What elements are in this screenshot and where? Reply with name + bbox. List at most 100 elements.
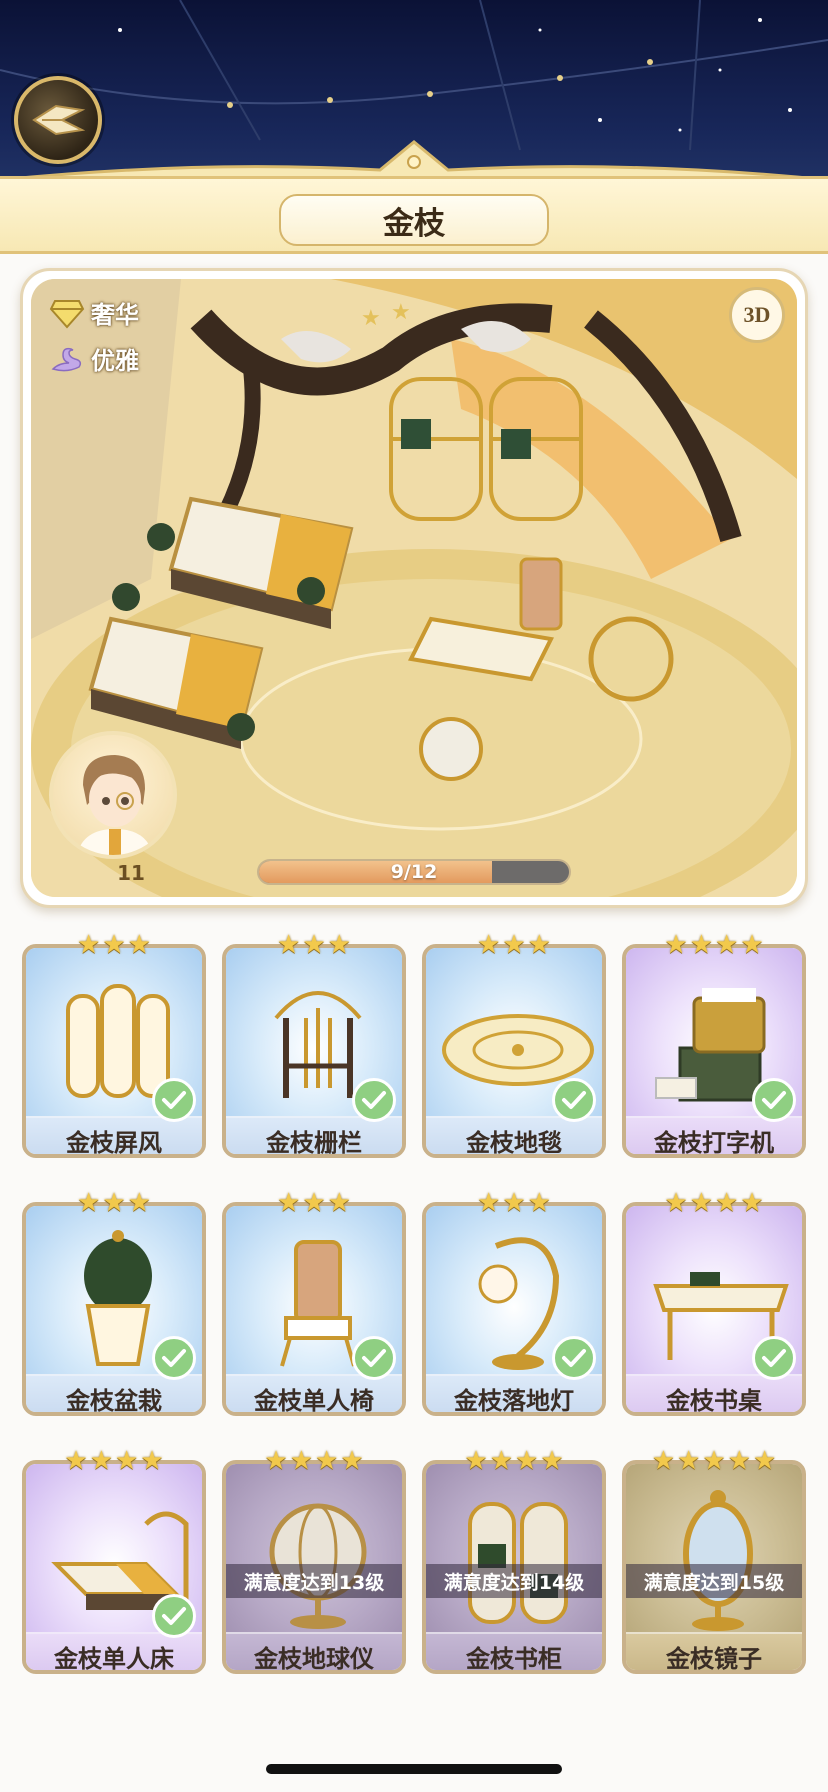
furniture-item[interactable]: ★ ★ ★ 金枝屏风 [22,930,206,1158]
character-avatar[interactable] [49,731,177,859]
star-icon: ★ [740,930,764,960]
star-icon: ★ [302,930,326,960]
star-icon: ★ [651,1446,676,1476]
item-background [426,1464,602,1632]
furniture-item[interactable]: ★ ★ ★ ★ 满意度达到14级金枝书柜 [422,1446,606,1674]
rarity-stars: ★ ★ ★ ★ [22,1446,206,1476]
furniture-item[interactable]: ★ ★ ★ ★ ★ 满意度达到15级 金枝镜子 [622,1446,806,1674]
rarity-stars: ★ ★ ★ [422,930,606,960]
item-frame: 金枝书桌 [622,1202,806,1416]
star-icon: ★ [102,1188,126,1218]
star-icon: ★ [715,930,739,960]
owned-check-icon [352,1078,396,1122]
star-icon: ★ [115,1446,139,1476]
star-icon: ★ [89,1446,113,1476]
star-icon: ★ [527,930,551,960]
star-icon: ★ [277,930,301,960]
item-name: 金枝书柜 [426,1632,602,1670]
room-tag-elegant: 优雅 [49,341,139,376]
collection-progress-bar: 9/12 [257,859,571,885]
item-frame: 金枝单人床 [22,1460,206,1674]
owned-check-icon [752,1336,796,1380]
view-3d-button[interactable]: 3D [729,287,785,343]
diamond-icon [49,299,85,329]
bookcase-illustration [468,1502,568,1624]
item-name: 金枝落地灯 [426,1374,602,1412]
rarity-stars: ★ ★ ★ ★ ★ [622,1446,806,1476]
item-frame: 金枝落地灯 [422,1202,606,1416]
page-title: 金枝 [279,194,549,246]
back-button[interactable] [14,76,102,164]
owned-check-icon [152,1078,196,1122]
owned-check-icon [352,1336,396,1380]
rarity-stars: ★ ★ ★ ★ [422,1446,606,1476]
furniture-item[interactable]: ★ ★ ★ ★ 金枝打字机 [622,930,806,1158]
star-icon: ★ [127,1188,151,1218]
rarity-stars: ★ ★ ★ ★ [622,1188,806,1218]
globe-illustration [269,1503,367,1629]
item-name: 金枝单人床 [26,1632,202,1670]
furniture-item[interactable]: ★ ★ ★ 金枝栅栏 [222,930,406,1158]
star-icon: ★ [740,1188,764,1218]
furniture-item[interactable]: ★ ★ ★ 金枝盆栽 [22,1188,206,1416]
furniture-item[interactable]: ★ ★ ★ 金枝单人椅 [222,1188,406,1416]
star-icon: ★ [540,1446,564,1476]
star-icon: ★ [77,930,101,960]
rarity-stars: ★ ★ ★ ★ [622,930,806,960]
star-icon: ★ [140,1446,164,1476]
star-icon: ★ [477,1188,501,1218]
star-icon: ★ [664,1188,688,1218]
star-icon: ★ [302,1188,326,1218]
room-tag-label: 奢华 [91,301,139,329]
furniture-item[interactable]: ★ ★ ★ 金枝落地灯 [422,1188,606,1416]
room-scene[interactable]: ★ ★ 奢华 优雅 3D 11 9/12 [31,279,797,897]
swan-icon [51,347,82,371]
item-frame: 金枝盆栽 [22,1202,206,1416]
furniture-item[interactable]: ★ ★ ★ ★ 满意度达到13级 金枝地球仪 [222,1446,406,1674]
star-icon: ★ [77,1188,101,1218]
back-arrow-icon [32,104,86,136]
furniture-item[interactable]: ★ ★ ★ ★ 金枝书桌 [622,1188,806,1416]
star-icon: ★ [689,1188,713,1218]
item-name: 金枝单人椅 [226,1374,402,1412]
owned-check-icon [552,1078,596,1122]
star-icon: ★ [515,1446,539,1476]
rarity-stars: ★ ★ ★ [22,930,206,960]
owned-check-icon [552,1336,596,1380]
star-icon: ★ [327,930,351,960]
character-level: 11 [117,861,145,885]
item-name: 金枝地球仪 [226,1632,402,1670]
item-frame: 金枝屏风 [22,944,206,1158]
owned-check-icon [752,1078,796,1122]
room-tag-label: 优雅 [91,347,139,375]
rarity-stars: ★ ★ ★ [222,930,406,960]
rarity-stars: ★ ★ ★ [22,1188,206,1218]
item-name: 金枝地毯 [426,1116,602,1154]
item-name: 金枝书桌 [626,1374,802,1412]
star-icon: ★ [277,1188,301,1218]
star-icon: ★ [489,1446,513,1476]
star-icon: ★ [715,1188,739,1218]
star-icon: ★ [340,1446,364,1476]
furniture-item[interactable]: ★ ★ ★ 金枝地毯 [422,930,606,1158]
character-portrait [77,755,153,855]
star-icon: ★ [702,1446,726,1476]
star-icon: ★ [315,1446,339,1476]
item-frame: 金枝打字机 [622,944,806,1158]
item-frame: 满意度达到13级金枝地球仪 [222,1460,406,1674]
progress-text: 9/12 [390,861,438,883]
unlock-requirement: 满意度达到15级 [626,1564,802,1598]
unlock-requirement: 满意度达到13级 [226,1564,402,1598]
item-name: 金枝盆栽 [26,1374,202,1412]
item-frame: 金枝地毯 [422,944,606,1158]
room-preview-card: ★ ★ 奢华 优雅 3D 11 9/12 [20,268,808,908]
home-indicator[interactable] [266,1764,562,1774]
unlock-requirement: 满意度达到14级 [426,1564,602,1598]
furniture-item[interactable]: ★ ★ ★ ★ 金枝单人床 [22,1446,206,1674]
star-icon: ★ [477,930,501,960]
star-icon: ★ [677,1446,701,1476]
star-icon: ★ [752,1446,777,1476]
star-icon: ★ [289,1446,313,1476]
star-icon: ★ [127,930,151,960]
star-icon: ★ [327,1188,351,1218]
